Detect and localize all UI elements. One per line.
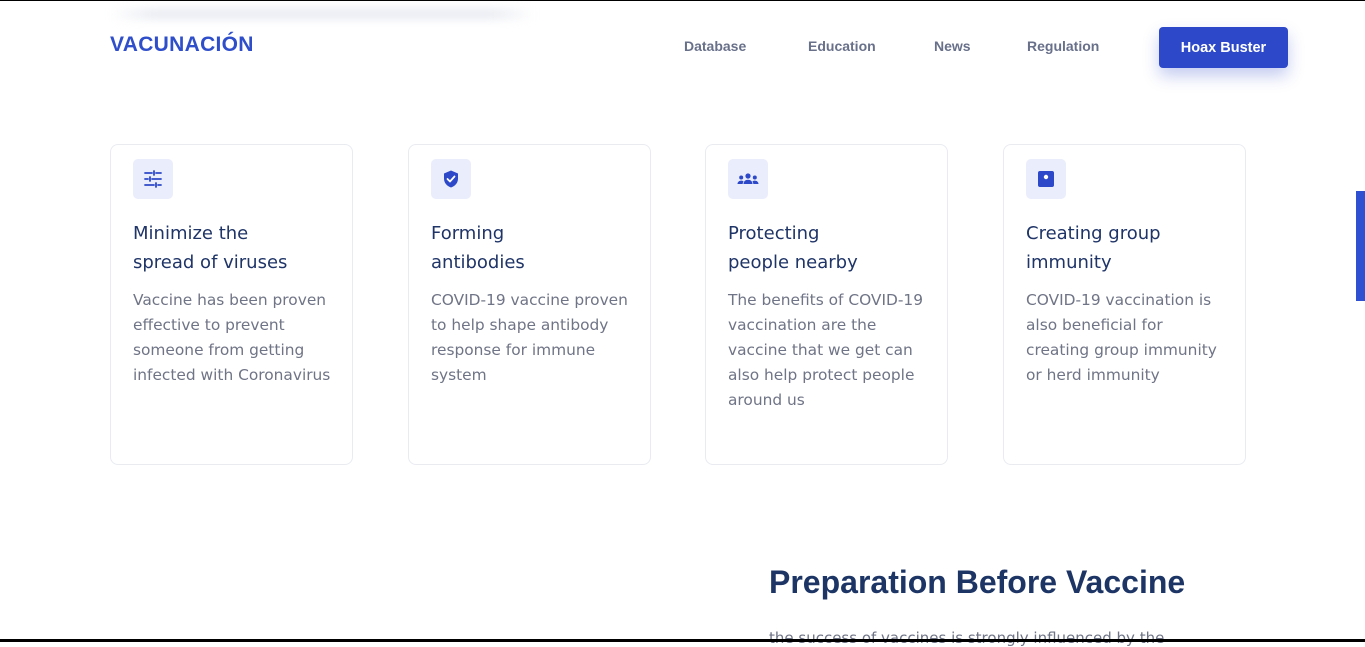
- top-border: [0, 0, 1365, 1]
- feature-card: Protecting people nearby The benefits of …: [705, 144, 948, 465]
- badge-icon: [1026, 159, 1066, 199]
- feature-title: Creating group immunity: [1026, 223, 1161, 273]
- hoax-buster-button[interactable]: Hoax Buster: [1159, 27, 1288, 68]
- feature-card: Creating group immunity COVID-19 vaccinat…: [1003, 144, 1246, 465]
- feature-description: The benefits of COVID-19 vaccination are…: [728, 291, 923, 409]
- nav-item-regulation[interactable]: Regulation: [1027, 38, 1099, 54]
- shield-check-icon: [431, 159, 471, 199]
- feature-title: Protecting people nearby: [728, 223, 858, 273]
- feature-card: Minimize the spread of viruses Vaccine ha…: [110, 144, 353, 465]
- feature-title: Forming antibodies: [431, 223, 525, 273]
- sliders-icon: [133, 159, 173, 199]
- side-tab[interactable]: [1356, 191, 1365, 301]
- brand-logo[interactable]: VACUNACIÓN: [110, 33, 254, 57]
- feature-description: COVID-19 vaccine proven to help shape an…: [431, 291, 628, 384]
- nav-item-database[interactable]: Database: [684, 38, 746, 54]
- feature-title: Minimize the spread of viruses: [133, 223, 288, 273]
- faded-banner: [110, 8, 535, 20]
- feature-description: Vaccine has been proven effective to pre…: [133, 291, 331, 384]
- feature-card: Forming antibodies COVID-19 vaccine prove…: [408, 144, 651, 465]
- nav-item-news[interactable]: News: [934, 38, 971, 54]
- people-group-icon: [728, 159, 768, 199]
- nav-item-education[interactable]: Education: [808, 38, 876, 54]
- section-title: Preparation Before Vaccine: [769, 564, 1186, 600]
- section-intro: the success of vaccines is strongly infl…: [769, 629, 1165, 647]
- feature-description: COVID-19 vaccination is also beneficial …: [1026, 291, 1217, 384]
